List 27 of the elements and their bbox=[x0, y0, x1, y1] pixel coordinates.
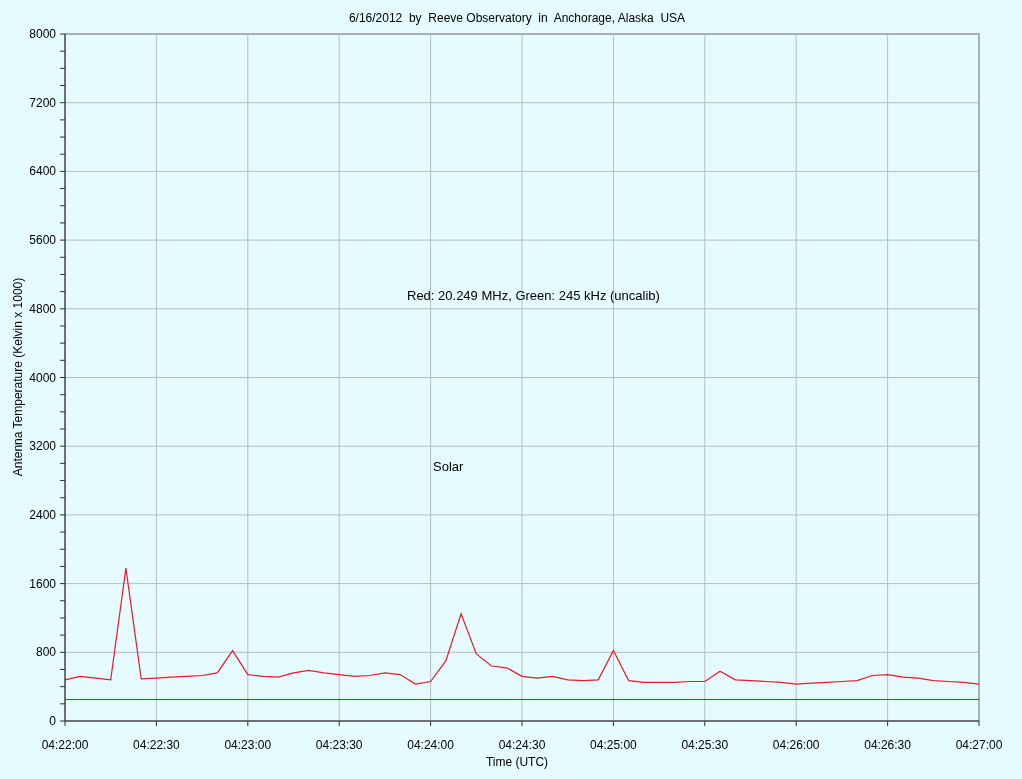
y-tick-label: 0 bbox=[49, 714, 56, 728]
y-tick-label: 4000 bbox=[29, 370, 56, 385]
x-tick-label: 04:24:30 bbox=[498, 738, 546, 752]
y-axis-label: Antenna Temperature (Kelvin x 1000) bbox=[11, 277, 25, 477]
x-axis-label: Time (UTC) bbox=[485, 755, 549, 769]
y-tick-label: 5600 bbox=[29, 233, 56, 248]
x-tick-label: 04:25:00 bbox=[590, 738, 637, 752]
x-tick-label: 04:24:00 bbox=[407, 738, 454, 752]
y-tick-label: 1600 bbox=[29, 576, 56, 591]
x-tick-label: 04:23:30 bbox=[315, 738, 363, 752]
y-tick-label: 3200 bbox=[29, 439, 56, 454]
y-tick-label: 4800 bbox=[29, 301, 56, 316]
x-tick-label: 04:22:00 bbox=[41, 738, 89, 752]
x-tick-label: 04:26:00 bbox=[772, 738, 820, 752]
chart-annotation: Solar bbox=[433, 459, 464, 474]
x-tick-label: 04:27:00 bbox=[955, 738, 1003, 752]
chart-annotation: Red: 20.249 MHz, Green: 245 kHz (uncalib) bbox=[407, 288, 660, 303]
y-tick-label: 6400 bbox=[29, 164, 56, 179]
x-tick-label: 04:26:30 bbox=[864, 738, 911, 752]
chart-title: 6/16/2012 by Reeve Observatory in Anchorage, Alaska USA bbox=[348, 11, 686, 25]
y-tick-label: 7200 bbox=[29, 95, 56, 110]
y-tick-label: 8000 bbox=[29, 27, 56, 41]
x-tick-label: 04:22:30 bbox=[133, 738, 180, 752]
y-tick-label: 2400 bbox=[29, 507, 56, 522]
x-tick-label: 04:25:30 bbox=[681, 738, 729, 752]
y-tick-label: 800 bbox=[35, 645, 56, 660]
x-tick-label: 04:23:00 bbox=[224, 738, 272, 752]
